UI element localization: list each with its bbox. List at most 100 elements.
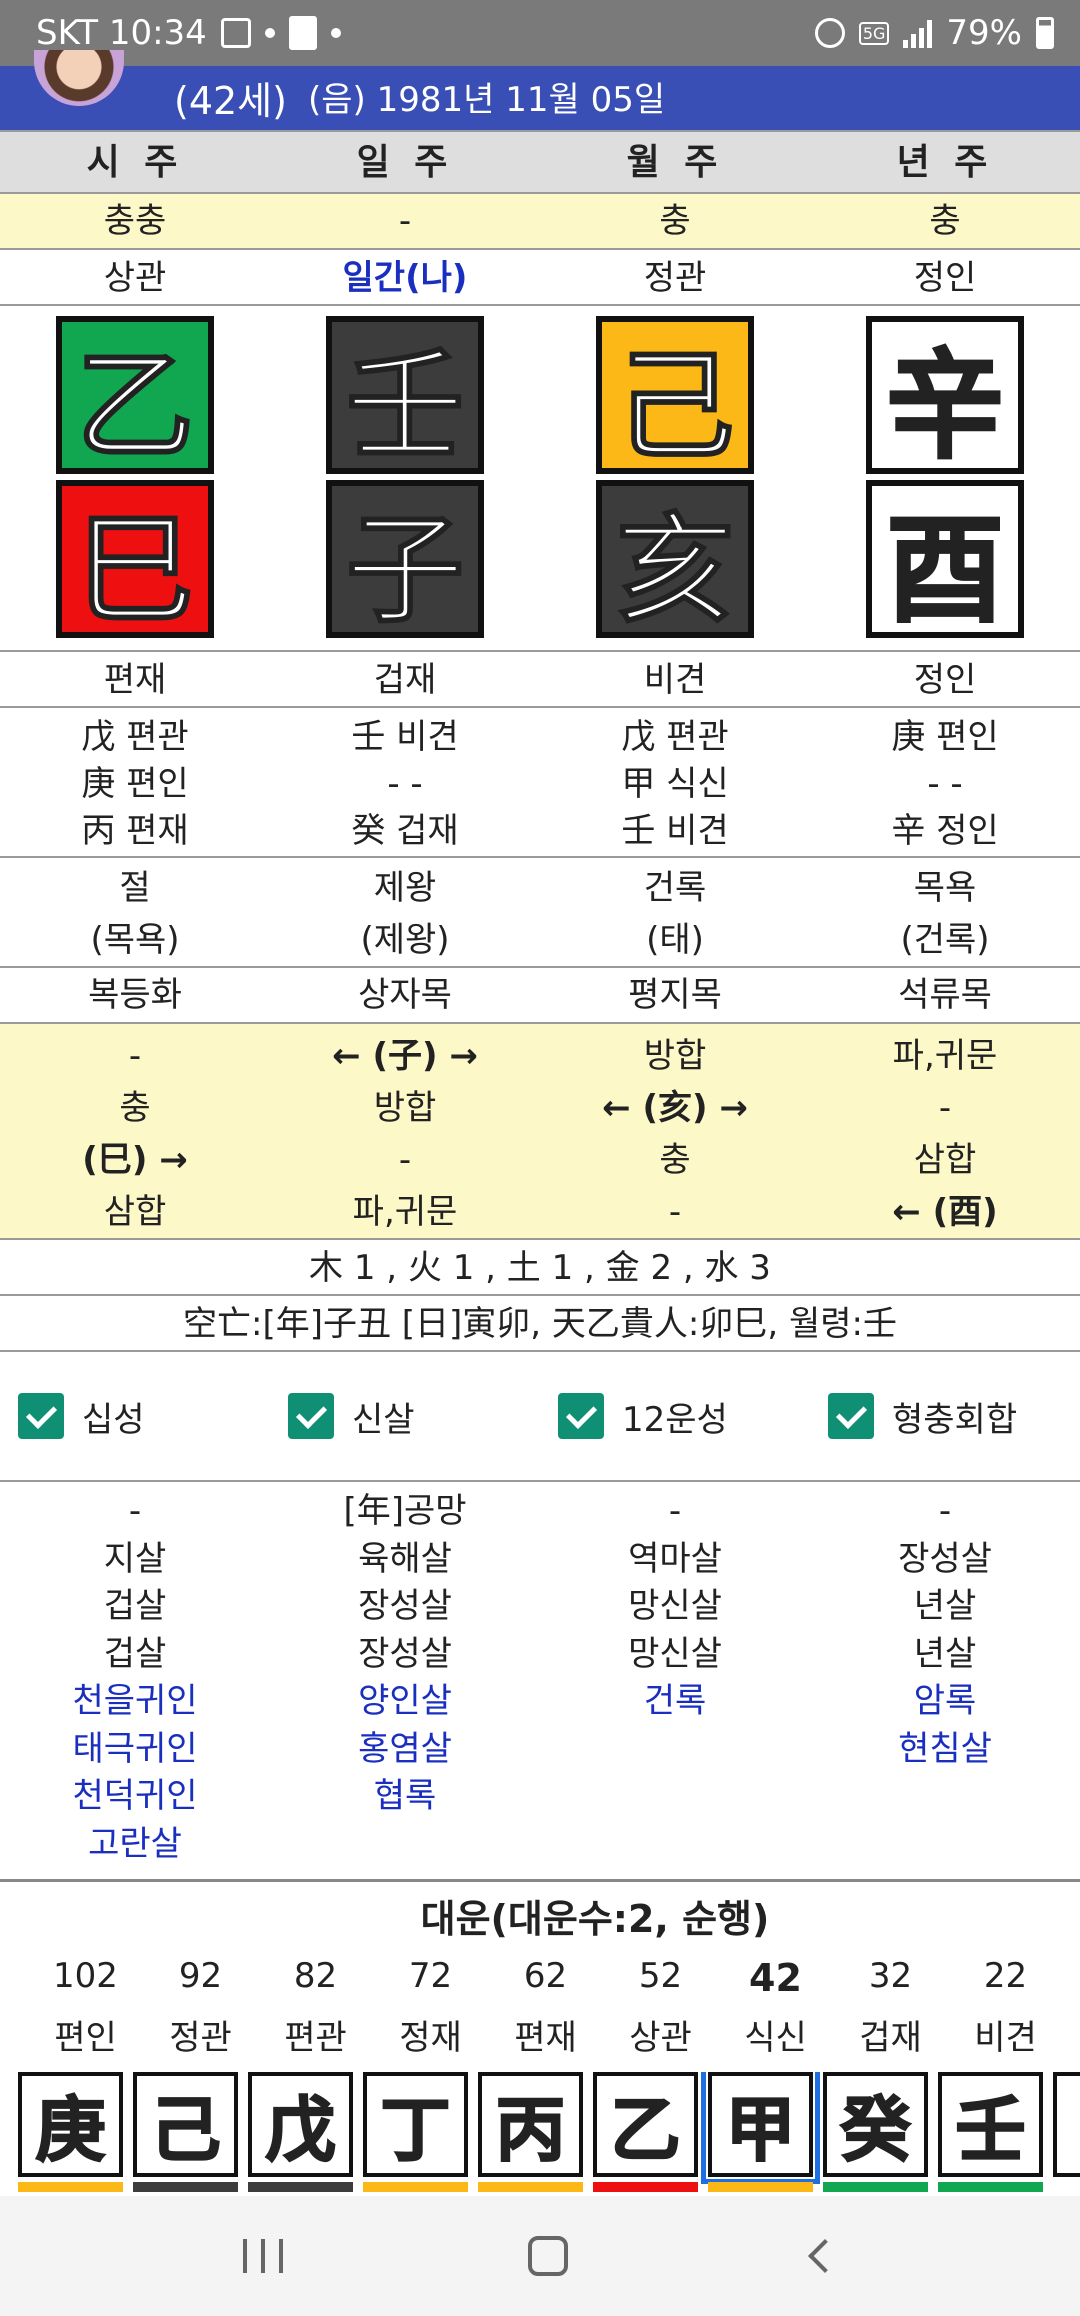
checkbox-checked-icon[interactable] [558,1393,604,1439]
gwiin-item: 현침살 [898,1728,992,1769]
daewoon-age: 102 [53,1956,118,1996]
daewoon-stem-box[interactable]: 壬 [938,2072,1043,2177]
daewoon-stem-box[interactable]: 癸 [823,2072,928,2177]
stem-char: 己 [615,335,735,476]
gwiin-item: 협록 [373,1776,437,1816]
daewoon-stem-char: 己 [150,2087,222,2172]
stage-sub: (제왕) [360,920,450,960]
home-icon[interactable] [527,2236,568,2276]
nayin-cell: 복등화 [88,975,182,1015]
god-cell: 정관 [643,258,707,298]
checkbox-twelve-stages[interactable]: 12운성 [540,1392,810,1441]
daewoon-stem-box[interactable]: 戊 [248,2072,353,2177]
daewoon-stem-box-selected[interactable]: 甲 [701,2072,820,2184]
daewoon-god: 비견 [974,2018,1037,2058]
gwiin-item: 홍염살 [358,1728,452,1769]
clash-cell: 충 [929,201,961,241]
daewoon-stem-box[interactable]: 庚 [18,2072,123,2177]
checkbox-label: 십성 [82,1399,145,1440]
checkbox-label: 형충회합 [892,1399,1018,1440]
checkbox-relations[interactable]: 형충회합 [810,1392,1080,1441]
network-type: 5G [858,21,890,45]
relation-item: ← (亥) → [602,1088,748,1128]
branch-box-year[interactable]: 酉 [866,480,1024,640]
sinsal-item: 육해살 [358,1538,452,1579]
sinsal-item: 년살 [913,1586,977,1626]
stage-cell: 건록 (태) [540,858,810,966]
sinsal-item: 장성살 [358,1633,452,1674]
branch-char: 亥 [615,499,735,640]
daewoon-god: 겁재 [859,2018,922,2058]
stem-box-year[interactable]: 辛 [866,316,1024,476]
relation-item: 방합 [373,1088,437,1128]
checkbox-sinsal[interactable]: 신살 [270,1392,540,1441]
checkbox-checked-icon[interactable] [828,1393,874,1439]
daewoon-stem-box[interactable]: 乙 [593,2072,698,2177]
birth-date: (음) 1981년 11월 05일 [308,80,666,120]
gwiin-item: 천을귀인 [72,1681,198,1721]
stem-box-month[interactable]: 己 [596,316,754,476]
relation-cell: ← (子) → 방합 - 파,귀문 [270,1024,540,1238]
stage-cell: 제왕 (제왕) [270,858,540,966]
recent-apps-icon[interactable] [242,2239,283,2273]
daewoon-god: 식신 [744,2018,807,2058]
daewoon-god: 정관 [169,2018,232,2058]
checkbox-ten-gods[interactable]: 십성 [0,1392,270,1441]
stage-sub: (목욕) [90,920,180,960]
god-cell: 상관 [103,258,167,298]
daewoon-branch-edge [823,2182,928,2192]
relation-cell: 방합 ← (亥) → 충 - [540,1024,810,1238]
branch-box-day[interactable]: 子 [326,480,484,640]
god-cell: 비견 [643,660,707,700]
b-app-icon [288,16,317,50]
sinsal-column: - 지살 겁살 겁살 천을귀인 태극귀인 천덕귀인 고란살 [0,1484,270,1879]
sinsal-item: 망신살 [628,1586,722,1626]
clash-cell: 충충 [103,201,167,241]
daewoon-stem-box-partial[interactable] [1053,2072,1080,2177]
hidden-stem: 庚 편인 [81,764,189,804]
stage-value: 건록 [643,868,707,908]
daewoon-stem-strip[interactable]: 庚 己 戊 丁 丙 乙 甲 癸 壬 [14,2072,1080,2192]
daewoon-god: 편인 [54,2018,117,2058]
relation-cell: 파,귀문 - 삼합 ← (酉) [810,1024,1080,1238]
back-icon[interactable] [808,2239,843,2273]
branch-char: 子 [345,499,465,640]
checkbox-checked-icon[interactable] [18,1393,64,1439]
relation-item: - [128,1036,142,1076]
sinsal-item: 역마살 [628,1538,722,1579]
column-header: 일 주 [356,142,454,183]
stage-value: 제왕 [373,868,437,908]
gallery-icon [220,18,251,48]
daewoon-branch-edge [593,2182,698,2192]
sinsal-item: 장성살 [358,1586,452,1626]
checkbox-checked-icon[interactable] [288,1393,334,1439]
daewoon-stem-char: 乙 [610,2087,682,2172]
age-label: (42세) [174,79,287,123]
branch-box-month[interactable]: 亥 [596,480,754,640]
avatar[interactable] [34,50,124,106]
hidden-stem: - - [387,764,423,804]
stage-sub: (태) [646,920,704,960]
hidden-stem: 戊 편관 [81,717,189,757]
stage-cell: 목욕 (건록) [810,858,1080,966]
battery-percent: 79% [946,13,1022,53]
hidden-stems-cell: 壬 비견 - - 癸 겁재 [270,708,540,856]
daewoon-title: 대운(대운수:2, 순행) [420,1897,770,1941]
notification-dot-icon [264,28,275,38]
hidden-stem: 庚 편인 [891,717,999,757]
nayin-cell: 평지목 [628,975,722,1015]
daewoon-stem-char: 壬 [955,2087,1027,2172]
branch-box-hour[interactable]: 巳 [56,480,214,640]
hidden-stem: 丙 편재 [81,811,189,851]
daewoon-stem-box[interactable]: 丙 [478,2072,583,2177]
daewoon-branch-edge [708,2182,813,2192]
stem-box-day[interactable]: 壬 [326,316,484,476]
daewoon-stem-box[interactable]: 丁 [363,2072,468,2177]
stem-box-hour[interactable]: 乙 [56,316,214,476]
relation-item: - [668,1192,682,1232]
pillar-headers: 시 주 일 주 월 주 년 주 [0,130,1080,194]
daewoon-stem-box[interactable]: 己 [133,2072,238,2177]
sinsal-column: - 역마살 망신살 망신살 건록 [540,1484,810,1879]
gwiin-item: 암록 [913,1681,977,1721]
relation-item: 파,귀문 [352,1192,458,1232]
